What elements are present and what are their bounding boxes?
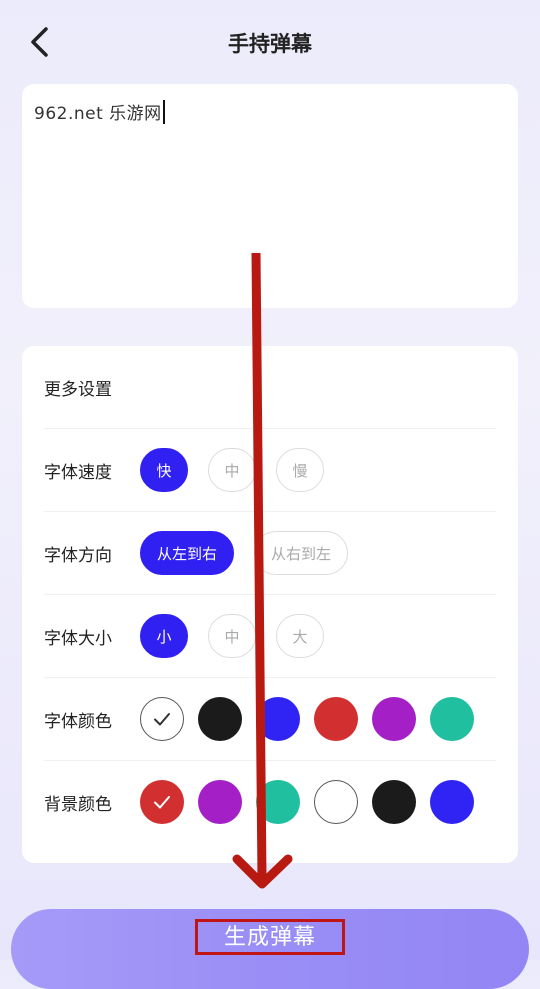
- speed-label: 字体速度: [44, 462, 112, 483]
- generate-danmaku-button[interactable]: 生成弹幕: [11, 909, 529, 989]
- direction-label: 字体方向: [44, 545, 112, 566]
- direction-option-right-to-left[interactable]: 从右到左: [254, 531, 348, 575]
- check-icon: [154, 713, 170, 726]
- size-option-small[interactable]: 小: [140, 614, 188, 658]
- background-color-row: 背景颜色: [44, 761, 496, 843]
- direction-row: 字体方向 从左到右 从右到左: [44, 512, 496, 595]
- speed-option-fast[interactable]: 快: [140, 448, 188, 492]
- background-color-swatch[interactable]: [198, 780, 242, 824]
- page-title: 手持弹幕: [228, 32, 312, 56]
- background-color-swatch[interactable]: [256, 780, 300, 824]
- speed-row: 字体速度 快 中 慢: [44, 429, 496, 512]
- speed-option-slow[interactable]: 慢: [276, 448, 324, 492]
- background-color-swatch[interactable]: [140, 780, 184, 824]
- background-color-swatch[interactable]: [372, 780, 416, 824]
- background-color-swatch[interactable]: [314, 780, 358, 824]
- background-color-swatch[interactable]: [430, 780, 474, 824]
- danmaku-text-area[interactable]: 962.net 乐游网: [22, 84, 518, 308]
- font-color-swatch[interactable]: [430, 697, 474, 741]
- header: 手持弹幕: [0, 0, 540, 86]
- text-cursor: [162, 100, 165, 124]
- direction-option-left-to-right[interactable]: 从左到右: [140, 531, 234, 575]
- font-color-swatch[interactable]: [256, 697, 300, 741]
- check-icon: [154, 796, 170, 809]
- font-color-row: 字体颜色: [44, 678, 496, 761]
- font-color-swatch[interactable]: [372, 697, 416, 741]
- font-color-label: 字体颜色: [44, 711, 112, 732]
- background-color-swatches: [140, 780, 488, 824]
- font-color-swatch[interactable]: [140, 697, 184, 741]
- size-option-large[interactable]: 大: [276, 614, 324, 658]
- font-color-swatch[interactable]: [314, 697, 358, 741]
- settings-panel: 更多设置 字体速度 快 中 慢 字体方向 从左到右 从右到左 字体大小 小 中 …: [22, 346, 518, 863]
- generate-button-label: 生成弹幕: [195, 919, 345, 955]
- size-row: 字体大小 小 中 大: [44, 595, 496, 678]
- font-color-swatches: [140, 697, 488, 741]
- size-label: 字体大小: [44, 628, 112, 649]
- background-color-label: 背景颜色: [44, 794, 112, 815]
- settings-heading: 更多设置: [44, 346, 496, 429]
- font-color-swatch[interactable]: [198, 697, 242, 741]
- danmaku-text-value: 962.net 乐游网: [34, 104, 162, 124]
- speed-option-medium[interactable]: 中: [208, 448, 256, 492]
- size-option-medium[interactable]: 中: [208, 614, 256, 658]
